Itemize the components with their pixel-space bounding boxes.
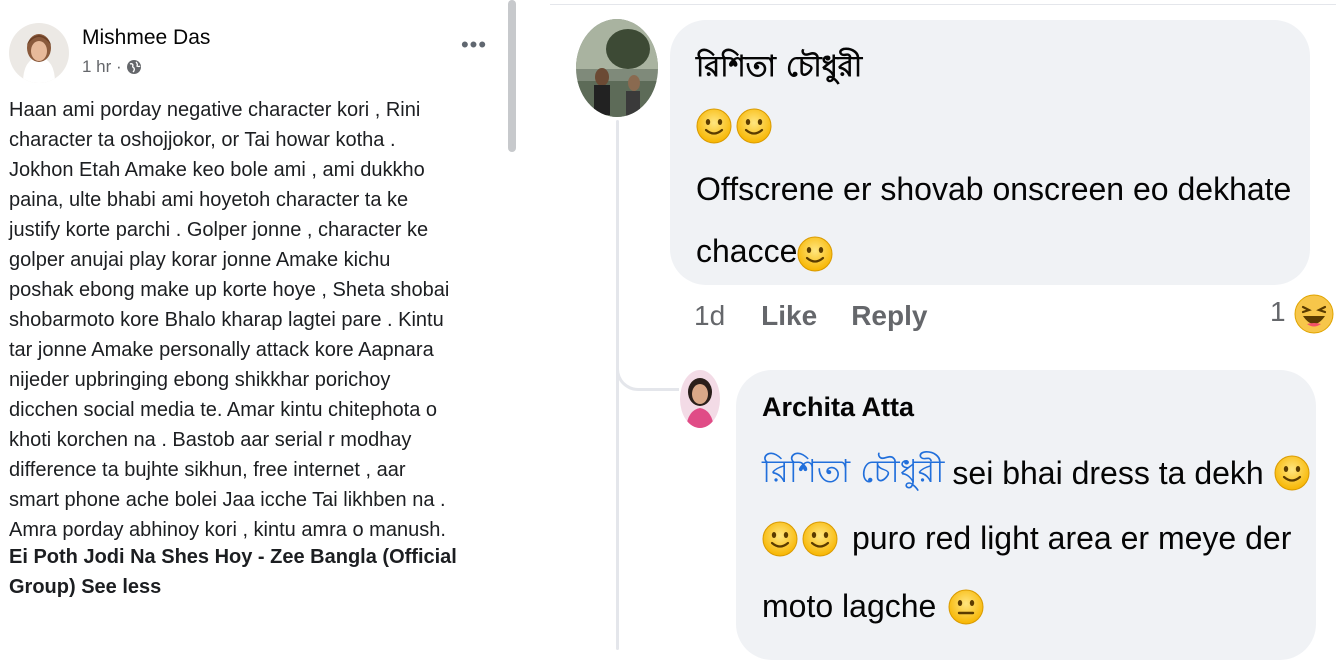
avatar[interactable]	[9, 23, 69, 83]
smile-emoji-icon	[1274, 455, 1310, 491]
neutral-emoji-icon	[948, 589, 984, 625]
mention-link[interactable]: রিশিতা চৌধুরী	[762, 446, 944, 500]
smile-emoji-icon	[762, 521, 798, 557]
reaction-count[interactable]: 1	[1270, 296, 1286, 328]
smile-emoji-icon	[696, 108, 732, 144]
reply-text: sei bhai dress ta dekh	[952, 454, 1264, 491]
post-meta: 1 hr ·	[82, 57, 142, 77]
post-author-name[interactable]: Mishmee Das	[82, 26, 210, 50]
comment-bubble: রিশিতা চৌধুরী Offscrene er shovab onscre…	[670, 20, 1310, 285]
comment-time[interactable]: 1d	[694, 300, 725, 332]
scrollbar[interactable]	[508, 0, 516, 152]
comment-emojis	[696, 108, 772, 144]
like-button[interactable]: Like	[761, 300, 817, 332]
comment-actions: 1d Like Reply	[694, 296, 927, 336]
post-panel: Mishmee Das 1 hr · ••• Haan ami porday n…	[0, 0, 516, 649]
reply-bubble: Archita Atta রিশিতা চৌধুরী sei bhai dres…	[736, 370, 1316, 660]
more-options-icon[interactable]: •••	[458, 34, 490, 60]
comment-author-name[interactable]: Archita Atta	[762, 392, 914, 423]
reply-button[interactable]: Reply	[851, 300, 927, 332]
post-body-text: Haan ami porday negative character kori …	[9, 99, 450, 541]
divider	[550, 4, 1336, 5]
post-time[interactable]: 1 hr ·	[82, 57, 122, 77]
avatar[interactable]	[680, 370, 720, 428]
comment-text: Offscrene er shovab onscreen eo dekhate …	[696, 158, 1296, 282]
group-link[interactable]: Ei Poth Jodi Na Shes Hoy - Zee Bangla (O…	[9, 546, 457, 598]
smile-emoji-icon	[736, 108, 772, 144]
thread-connector	[616, 340, 679, 391]
thread-line	[616, 120, 619, 650]
comment-text-content: Offscrene er shovab onscreen eo dekhate …	[696, 171, 1292, 269]
globe-icon[interactable]	[126, 59, 142, 75]
haha-reaction-icon[interactable]	[1294, 294, 1334, 334]
reply-text-line: puro red light area er meye der	[762, 520, 1291, 557]
comment-author-name[interactable]: রিশিতা চৌধুরী	[696, 44, 862, 93]
reply-text-line: রিশিতা চৌধুরী sei bhai dress ta dekh	[762, 446, 1310, 500]
reply-text: puro red light area er meye der	[852, 520, 1292, 556]
reply-text-line: moto lagche	[762, 588, 984, 625]
see-less-link[interactable]: See less	[81, 576, 161, 598]
post-group-line: Ei Poth Jodi Na Shes Hoy - Zee Bangla (O…	[9, 542, 509, 602]
comments-panel: রিশিতা চৌধুরী Offscrene er shovab onscre…	[550, 0, 1336, 660]
avatar[interactable]	[576, 19, 658, 117]
smile-emoji-icon	[797, 236, 833, 272]
smile-emoji-icon	[802, 521, 838, 557]
reply-text: moto lagche	[762, 588, 937, 624]
